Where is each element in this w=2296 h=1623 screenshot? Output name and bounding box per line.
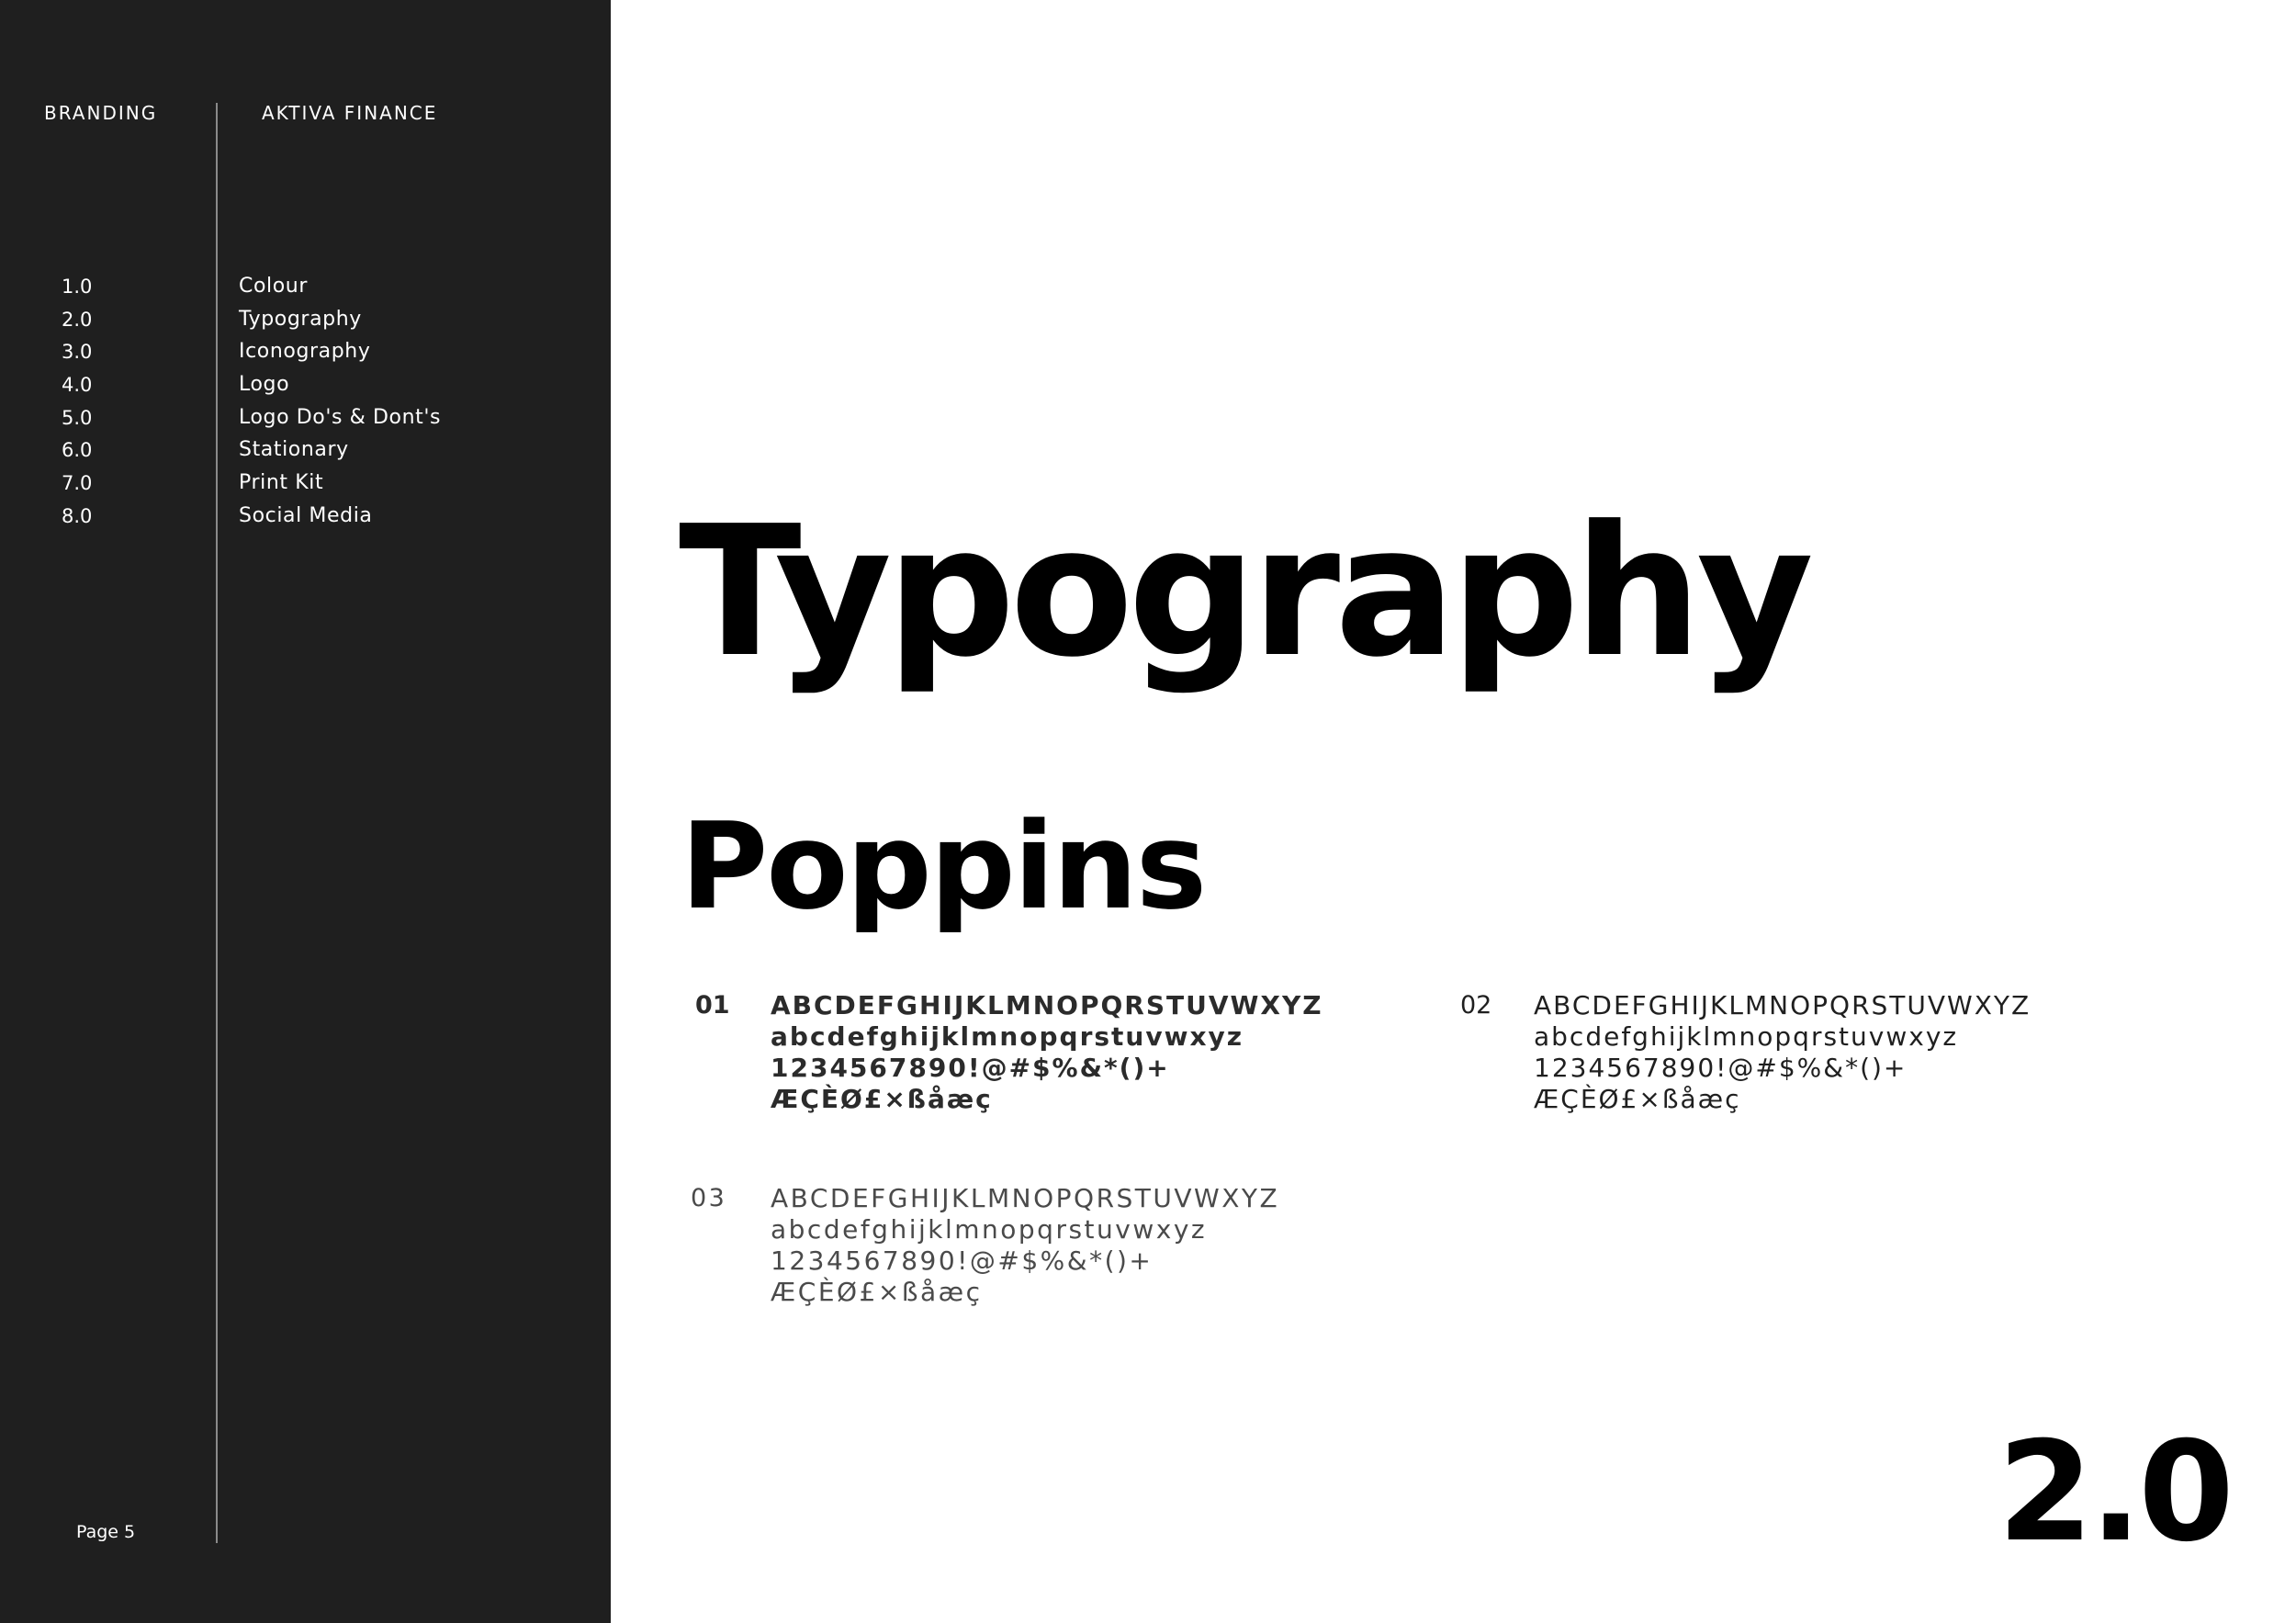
page-number: Page 5 bbox=[76, 1522, 136, 1542]
company-label: AKTIVA FINANCE bbox=[262, 102, 438, 124]
toc-item-stationary[interactable]: 6.0 Stationary bbox=[0, 435, 551, 468]
toc-number: 1.0 bbox=[62, 276, 93, 298]
sample-numerals: 1234567890!@#$%&*()+ bbox=[1534, 1053, 1908, 1083]
sample-lowercase: abcdefghijklmnopqrstuvwxyz bbox=[771, 1021, 1244, 1052]
toc-number: 6.0 bbox=[62, 439, 93, 462]
toc-item-logo-dos-donts[interactable]: 5.0 Logo Do's & Dont's bbox=[0, 403, 551, 436]
toc-label: Stationary bbox=[239, 438, 349, 462]
font-name: Poppins bbox=[681, 796, 1207, 936]
toc-number: 4.0 bbox=[62, 374, 93, 397]
toc-number: 2.0 bbox=[62, 308, 93, 331]
toc-label: Print Kit bbox=[239, 471, 324, 495]
sample-number: 01 bbox=[695, 991, 730, 1020]
toc-number: 8.0 bbox=[62, 504, 93, 527]
sample-number: 03 bbox=[691, 1184, 727, 1212]
toc-item-iconography[interactable]: 3.0 Iconography bbox=[0, 337, 551, 370]
toc-number: 3.0 bbox=[62, 341, 93, 364]
toc-label: Social Media bbox=[239, 503, 373, 527]
sample-uppercase: ABCDEFGHIJKLMNOPQRSTUVWXYZ bbox=[1534, 990, 2032, 1020]
toc-label: Colour bbox=[239, 275, 308, 298]
toc-label: Logo bbox=[239, 373, 290, 397]
sample-number: 02 bbox=[1460, 991, 1492, 1020]
sample-special: ÆÇÈØ£×ßåæç bbox=[771, 1277, 983, 1307]
toc-number: 7.0 bbox=[62, 472, 93, 495]
toc-item-social-media[interactable]: 8.0 Social Media bbox=[0, 502, 551, 535]
toc-label: Typography bbox=[239, 307, 362, 331]
table-of-contents: 1.0 Colour 2.0 Typography 3.0 Iconograph… bbox=[0, 272, 551, 535]
toc-number: 5.0 bbox=[62, 406, 93, 429]
toc-item-typography[interactable]: 2.0 Typography bbox=[0, 305, 551, 338]
sample-glyphs: ABCDEFGHIJKLMNOPQRSTUVWXYZ abcdefghijklm… bbox=[771, 1183, 1279, 1308]
toc-label: Iconography bbox=[239, 340, 371, 364]
toc-item-print-kit[interactable]: 7.0 Print Kit bbox=[0, 468, 551, 502]
main-content: Typography Poppins 01 ABCDEFGHIJKLMNOPQR… bbox=[611, 0, 2296, 1623]
section-number: 2.0 bbox=[1998, 1413, 2234, 1572]
toc-item-colour[interactable]: 1.0 Colour bbox=[0, 272, 551, 305]
sidebar: BRANDING AKTIVA FINANCE 1.0 Colour 2.0 T… bbox=[0, 0, 611, 1623]
toc-item-logo[interactable]: 4.0 Logo bbox=[0, 370, 551, 403]
sample-numerals: 1234567890!@#$%&*()+ bbox=[771, 1053, 1170, 1083]
sample-lowercase: abcdefghijklmnopqrstuvwxyz bbox=[771, 1214, 1208, 1245]
sample-uppercase: ABCDEFGHIJKLMNOPQRSTUVWXYZ bbox=[771, 1183, 1280, 1213]
toc-label: Logo Do's & Dont's bbox=[239, 405, 442, 429]
sample-lowercase: abcdefghijklmnopqrstuvwxyz bbox=[1534, 1021, 1959, 1052]
sample-glyphs: ABCDEFGHIJKLMNOPQRSTUVWXYZ abcdefghijklm… bbox=[771, 990, 1323, 1115]
sample-uppercase: ABCDEFGHIJKLMNOPQRSTUVWXYZ bbox=[771, 990, 1323, 1020]
sample-numerals: 1234567890!@#$%&*()+ bbox=[771, 1245, 1154, 1276]
sample-glyphs: ABCDEFGHIJKLMNOPQRSTUVWXYZ abcdefghijklm… bbox=[1534, 990, 2031, 1115]
section-label: BRANDING bbox=[44, 102, 158, 124]
sample-special: ÆÇÈØ£×ßåæç bbox=[1534, 1084, 1741, 1114]
page-title: Typography bbox=[679, 488, 1814, 697]
sample-special: ÆÇÈØ£×ßåæç bbox=[771, 1084, 993, 1114]
